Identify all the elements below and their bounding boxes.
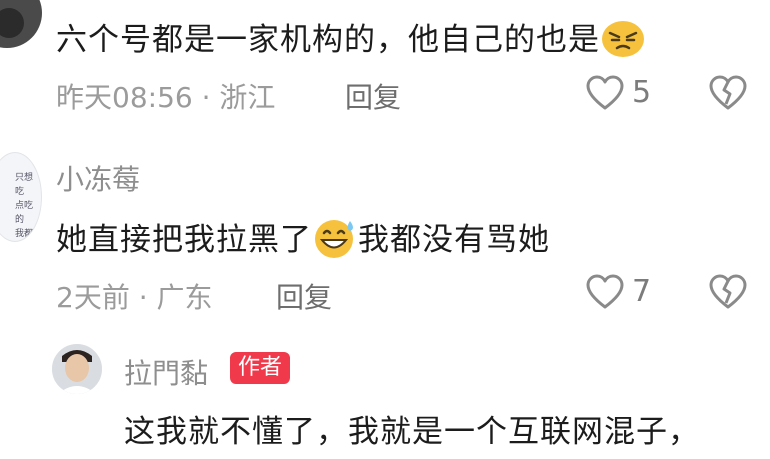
avatar-text: 点吃的 <box>15 201 34 225</box>
like-count: 5 <box>632 75 652 110</box>
username[interactable]: 拉門黏 <box>124 352 208 392</box>
person-icon <box>52 344 102 394</box>
comment-text-body: 六个号都是一家机构的，他自己的也是 <box>56 22 600 58</box>
avatar[interactable] <box>0 0 42 48</box>
dislike-button[interactable] <box>708 273 748 311</box>
comment-meta: 昨天08:56 · 浙江 <box>56 81 276 114</box>
reply-button[interactable]: 回复 <box>276 276 332 316</box>
avatar[interactable]: 只想吃 点吃的 我都吃 <box>0 152 42 242</box>
broken-heart-icon <box>709 274 747 309</box>
comment-text-body: 她直接把我拉黑了 <box>56 222 312 258</box>
author-avatar[interactable] <box>52 344 102 394</box>
heart-icon <box>586 75 624 110</box>
comment-text: 六个号都是一家机构的，他自己的也是 <box>56 14 646 66</box>
avatar-text: 只想吃 <box>15 173 34 197</box>
grin-sweat-emoji-icon <box>312 217 358 267</box>
reply-button[interactable]: 回复 <box>345 76 401 116</box>
dislike-button[interactable] <box>708 74 748 112</box>
like-button[interactable] <box>585 74 625 112</box>
angry-face-emoji-icon <box>600 18 646 66</box>
author-badge: 作者 <box>230 352 291 384</box>
comment-text: 她直接把我拉黑了 我都没有骂她 <box>56 214 550 267</box>
comment-meta: 2天前 · 广东 <box>56 281 213 314</box>
like-count: 7 <box>632 274 652 309</box>
comment-text: 这我就不懂了，我就是一个互联网混子， <box>124 414 700 450</box>
broken-heart-icon <box>709 75 747 110</box>
avatar-text: 我都吃 <box>15 229 34 239</box>
comment-text-body: 我都没有骂她 <box>358 222 550 258</box>
like-button[interactable] <box>585 273 625 311</box>
username[interactable]: 小冻莓 <box>56 158 140 198</box>
heart-icon <box>586 274 624 309</box>
